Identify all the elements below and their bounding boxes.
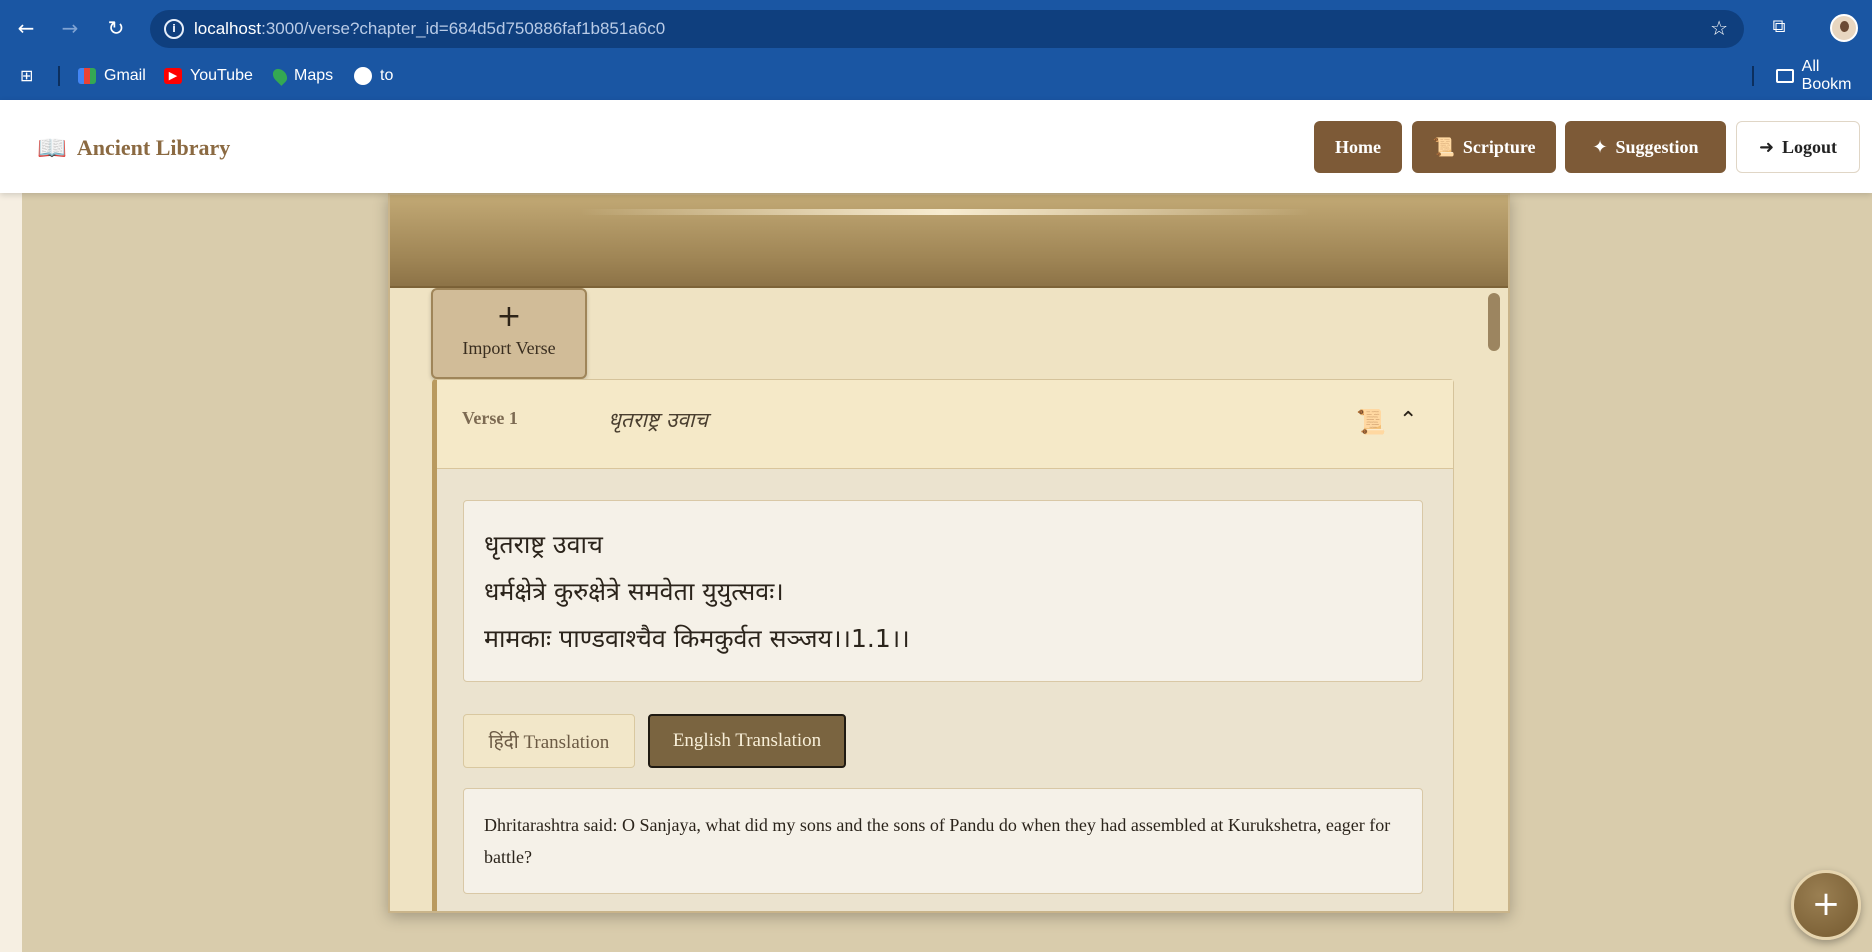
reload-button[interactable]: ↻ (102, 14, 130, 42)
sparkles-icon: ✦ (1592, 136, 1608, 158)
gmail-icon (78, 68, 96, 84)
reload-icon: ↻ (107, 16, 125, 40)
card-banner (390, 195, 1508, 288)
scroll-icon: 📜 (1432, 136, 1455, 158)
sanskrit-text-box: धृतराष्ट्र उवाच धर्मक्षेत्रे कुरुक्षेत्र… (463, 500, 1423, 682)
youtube-icon: ▶ (164, 68, 182, 84)
forward-button[interactable]: → (56, 14, 84, 42)
globe-icon (354, 67, 372, 85)
tab-english-translation[interactable]: English Translation (648, 714, 846, 768)
folder-icon (1776, 69, 1794, 83)
verse-header[interactable]: Verse 1 धृतराष्ट्र उवाच 📜 ⌃ (437, 380, 1453, 469)
scroll-icon[interactable]: 📜 (1356, 408, 1386, 436)
suggestion-label: Suggestion (1615, 136, 1699, 157)
url-text[interactable]: localhost:3000/verse?chapter_id=684d5d75… (194, 19, 665, 39)
verse-panel: Verse 1 धृतराष्ट्र उवाच 📜 ⌃ धृतराष्ट्र उ… (432, 379, 1454, 911)
sign-in-icon: ➜ (1758, 136, 1775, 158)
tab-hindi-translation[interactable]: हिंदी Translation (463, 714, 635, 768)
sanskrit-line: धृतराष्ट्र उवाच (484, 530, 603, 559)
site-info-icon[interactable]: i (164, 19, 184, 39)
bookmark-label: Maps (294, 67, 334, 84)
book-open-icon: 📖 (37, 134, 67, 162)
bookmarks-bar: ⊞ Gmail ▶ YouTube Maps to All Bookm (0, 58, 1872, 100)
chevron-up-icon[interactable]: ⌃ (1399, 408, 1423, 433)
all-bookmarks[interactable]: All Bookm (1776, 58, 1872, 93)
page-left-margin (0, 193, 22, 952)
all-bookmarks-label: All Bookm (1801, 58, 1852, 93)
sanskrit-line: धर्मक्षेत्रे कुरुक्षेत्रे समवेता युयुत्स… (484, 577, 784, 606)
brand-name: Ancient Library (76, 135, 231, 160)
bookmark-gmail[interactable]: Gmail (78, 64, 146, 88)
apps-grid-icon[interactable]: ⊞ (20, 66, 40, 86)
bookmark-to[interactable]: to (354, 64, 393, 88)
add-fab-button[interactable]: + (1791, 870, 1861, 940)
import-verse-button[interactable]: + Import Verse (431, 288, 587, 379)
verse-number: Verse 1 (462, 408, 518, 428)
url-path: :3000/verse?chapter_id=684d5d750886faf1b… (261, 19, 666, 38)
plus-icon: + (496, 299, 522, 334)
brand-logo[interactable]: 📖 Ancient Library (37, 134, 230, 162)
url-host: localhost (194, 19, 262, 38)
bookmarks-divider (1752, 66, 1754, 86)
address-bar[interactable]: i localhost:3000/verse?chapter_id=684d5d… (150, 10, 1744, 48)
sanskrit-line: मामकाः पाण्डवाश्चैव किमकुर्वत सञ्जय।।1.1… (484, 624, 910, 653)
scripture-button[interactable]: 📜 Scripture (1412, 121, 1556, 173)
bookmark-maps[interactable]: Maps (270, 64, 334, 88)
bookmark-label: to (380, 67, 394, 84)
bookmark-youtube[interactable]: ▶ YouTube (164, 64, 253, 88)
bookmark-label: YouTube (190, 67, 253, 84)
app-header: 📖 Ancient Library Home 📜 Scripture ✦ Sug… (0, 100, 1872, 193)
back-button[interactable]: ← (12, 14, 40, 42)
home-label: Home (1335, 136, 1381, 157)
forward-arrow-icon: → (61, 16, 79, 40)
back-arrow-icon: ← (17, 16, 35, 40)
banner-glow (580, 209, 1310, 215)
home-button[interactable]: Home (1314, 121, 1402, 173)
maps-pin-icon (270, 66, 290, 86)
card-scrollbar[interactable] (1488, 293, 1500, 351)
profile-avatar[interactable] (1830, 14, 1858, 42)
bookmarks-divider (58, 66, 60, 86)
logout-button[interactable]: ➜ Logout (1736, 121, 1860, 173)
bookmark-label: Gmail (104, 67, 146, 84)
verse-card: + Import Verse Verse 1 धृतराष्ट्र उवाच 📜… (388, 193, 1510, 913)
import-verse-label: Import Verse (462, 338, 556, 358)
translation-text: Dhritarashtra said: O Sanjaya, what did … (463, 788, 1423, 894)
browser-chrome: ← → ↻ i localhost:3000/verse?chapter_id=… (0, 0, 1872, 100)
suggestion-button[interactable]: ✦ Suggestion (1565, 121, 1726, 173)
logout-label: Logout (1782, 136, 1838, 157)
extensions-icon[interactable]: ⧉ (1766, 14, 1792, 40)
scripture-label: Scripture (1462, 136, 1536, 157)
verse-title: धृतराष्ट्र उवाच (608, 408, 708, 432)
bookmark-star-icon[interactable]: ☆ (1710, 16, 1728, 40)
